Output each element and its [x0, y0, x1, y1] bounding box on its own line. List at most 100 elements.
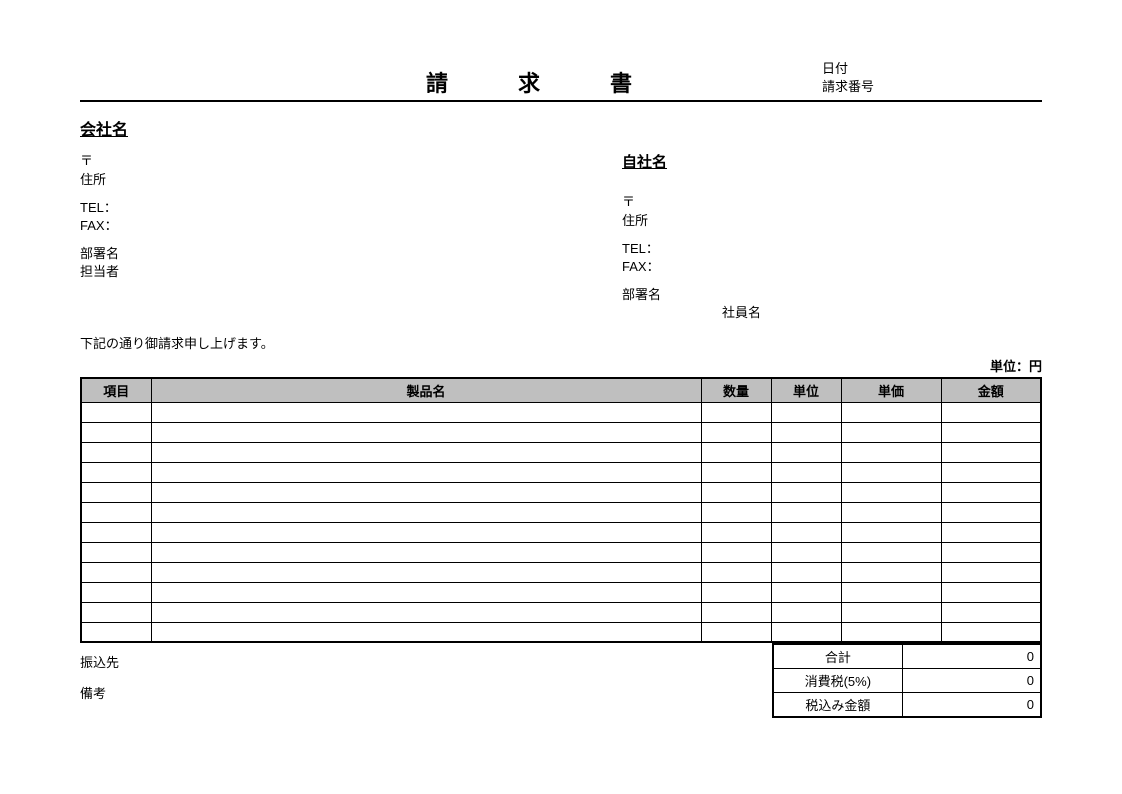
table-cell — [151, 462, 701, 482]
table-cell — [81, 542, 151, 562]
table-cell — [841, 482, 941, 502]
table-cell — [151, 582, 701, 602]
table-cell — [841, 462, 941, 482]
table-row — [81, 562, 1041, 582]
table-cell — [771, 482, 841, 502]
table-cell — [841, 442, 941, 462]
table-cell — [771, 442, 841, 462]
table-cell — [701, 402, 771, 422]
tax-value: 0 — [902, 669, 1041, 693]
table-cell — [701, 462, 771, 482]
table-cell — [701, 602, 771, 622]
table-cell — [771, 582, 841, 602]
tax-label: 消費税(5%) — [773, 669, 902, 693]
table-cell — [841, 622, 941, 642]
table-cell — [151, 622, 701, 642]
table-cell — [701, 562, 771, 582]
table-cell — [941, 522, 1041, 542]
self-info: 自社名 〒 住所 TEL： FAX： 部署名 社員名 — [622, 152, 1042, 322]
subtotal-row: 合計 0 — [773, 644, 1041, 669]
table-cell — [81, 482, 151, 502]
self-fax: FAX： — [622, 258, 1042, 276]
table-cell — [81, 562, 151, 582]
table-cell — [81, 602, 151, 622]
info-columns: 〒 住所 TEL： FAX： 部署名 担当者 自社名 〒 住所 TEL： FAX… — [80, 152, 1042, 322]
table-cell — [81, 442, 151, 462]
table-cell — [941, 562, 1041, 582]
transfer-label: 振込先 — [80, 647, 772, 678]
table-cell — [941, 482, 1041, 502]
footer-left: 振込先 備考 — [80, 643, 772, 718]
header-qty: 数量 — [701, 378, 771, 403]
footer-area: 振込先 備考 合計 0 消費税(5%) 0 税込み金額 0 — [80, 643, 1042, 718]
totals-area: 合計 0 消費税(5%) 0 税込み金額 0 — [772, 643, 1042, 718]
self-company-label: 自社名 — [622, 152, 1042, 173]
table-cell — [941, 502, 1041, 522]
table-cell — [151, 562, 701, 582]
table-cell — [81, 502, 151, 522]
table-cell — [701, 502, 771, 522]
self-tel: TEL： — [622, 240, 1042, 258]
grand-label: 税込み金額 — [773, 693, 902, 718]
table-cell — [771, 422, 841, 442]
client-department: 部署名 — [80, 245, 622, 263]
subtotal-value: 0 — [902, 644, 1041, 669]
table-cell — [841, 542, 941, 562]
unit-label: 単位：円 — [80, 356, 1042, 375]
table-cell — [151, 502, 701, 522]
table-row — [81, 482, 1041, 502]
header-row: 請 求 書 日付 請求番号 — [80, 60, 1042, 102]
table-cell — [841, 422, 941, 442]
table-cell — [151, 602, 701, 622]
table-row — [81, 622, 1041, 642]
totals-table: 合計 0 消費税(5%) 0 税込み金額 0 — [772, 643, 1042, 718]
table-row — [81, 502, 1041, 522]
grand-value: 0 — [902, 693, 1041, 718]
date-label: 日付 — [822, 60, 1042, 78]
table-cell — [151, 402, 701, 422]
table-cell — [151, 482, 701, 502]
table-cell — [81, 582, 151, 602]
table-cell — [771, 622, 841, 642]
table-cell — [771, 522, 841, 542]
date-area: 日付 請求番号 — [822, 60, 1042, 98]
table-cell — [81, 522, 151, 542]
table-cell — [841, 602, 941, 622]
client-address: 住所 — [80, 171, 622, 189]
document-title: 請 求 書 — [80, 66, 822, 98]
table-cell — [701, 522, 771, 542]
table-header-row: 項目 製品名 数量 単位 単価 金額 — [81, 378, 1041, 403]
client-postal: 〒 — [80, 152, 622, 170]
header-item: 項目 — [81, 378, 151, 403]
table-cell — [701, 442, 771, 462]
invoice-number-label: 請求番号 — [822, 78, 1042, 96]
client-person: 担当者 — [80, 263, 622, 281]
grand-total-row: 税込み金額 0 — [773, 693, 1041, 718]
self-postal: 〒 — [622, 193, 1042, 211]
tax-row: 消費税(5%) 0 — [773, 669, 1041, 693]
table-cell — [81, 622, 151, 642]
client-company-label: 会社名 — [80, 116, 1042, 140]
table-row — [81, 402, 1041, 422]
table-cell — [701, 582, 771, 602]
note-label: 備考 — [80, 678, 772, 709]
table-cell — [151, 542, 701, 562]
table-row — [81, 422, 1041, 442]
table-cell — [701, 622, 771, 642]
table-cell — [941, 582, 1041, 602]
table-cell — [701, 542, 771, 562]
invoice-message: 下記の通り御請求申し上げます。 — [80, 333, 1042, 352]
table-cell — [941, 602, 1041, 622]
items-table: 項目 製品名 数量 単位 単価 金額 — [80, 377, 1042, 644]
table-row — [81, 602, 1041, 622]
table-cell — [771, 402, 841, 422]
header-amount: 金額 — [941, 378, 1041, 403]
table-cell — [941, 462, 1041, 482]
table-row — [81, 462, 1041, 482]
table-cell — [941, 402, 1041, 422]
table-cell — [941, 442, 1041, 462]
table-cell — [941, 422, 1041, 442]
table-cell — [941, 542, 1041, 562]
client-info: 〒 住所 TEL： FAX： 部署名 担当者 — [80, 152, 622, 322]
self-address: 住所 — [622, 212, 1042, 230]
